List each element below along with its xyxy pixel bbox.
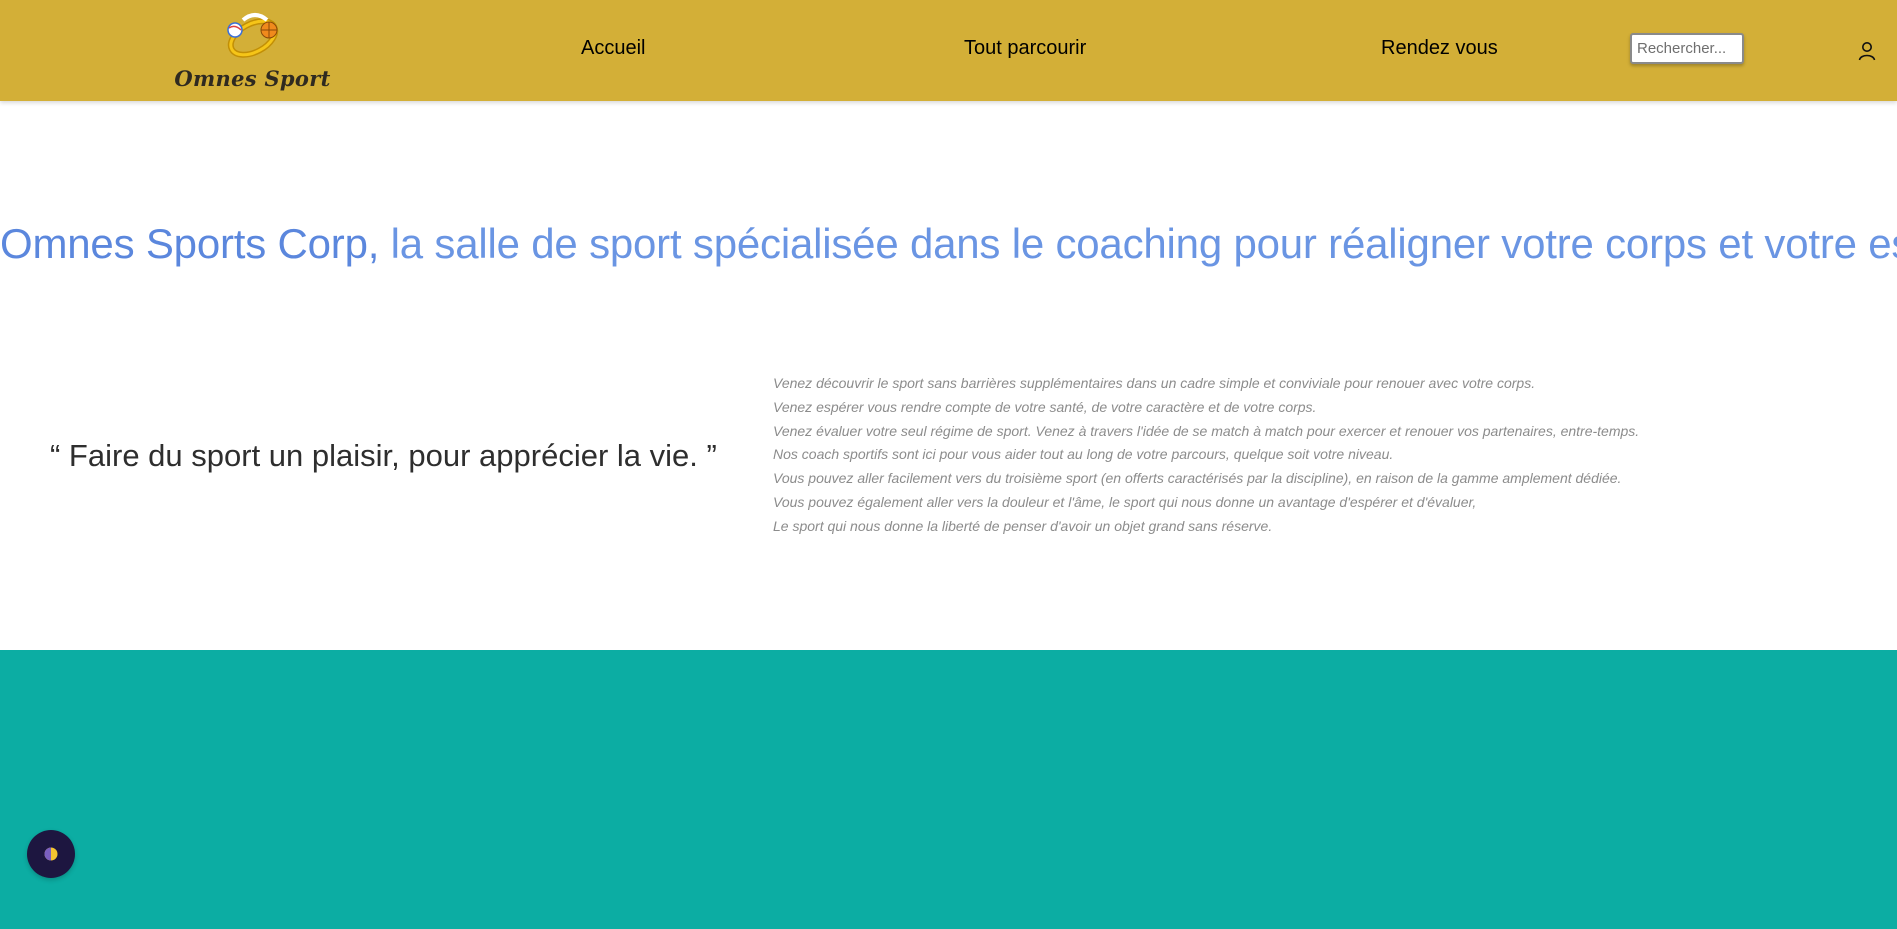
hero-tagline: la salle de sport spécialisée dans le co… [379, 220, 1897, 267]
top-navbar: Omnes Sport Accueil Tout parcourir Rende… [0, 0, 1897, 101]
description-line: Vous pouvez aller facilement vers du tro… [773, 470, 1622, 487]
description-line: Le sport qui nous donne la liberté de pe… [773, 517, 1273, 534]
user-account-button[interactable] [1856, 40, 1878, 62]
hero-heading: Omnes Sports Corp, la salle de sport spé… [0, 220, 1897, 268]
nav-accueil[interactable]: Accueil [581, 36, 645, 60]
description-line: Venez découvrir le sport sans barrières … [773, 375, 1536, 391]
description-line: Nos coach sportifs sont ici pour vous ai… [773, 446, 1394, 463]
description-line: Venez espérer vous rendre compte de votr… [773, 398, 1317, 415]
user-icon [1858, 42, 1876, 61]
nav-rendez-vous[interactable]: Rendez vous [1381, 36, 1498, 60]
brand-home-link[interactable]: Omnes Sport [170, 8, 335, 98]
motto-quote: “ Faire du sport un plaisir, pour appréc… [50, 438, 717, 473]
search-input[interactable] [1630, 33, 1744, 64]
teal-section [0, 650, 1897, 929]
nav-tout-parcourir[interactable]: Tout parcourir [964, 36, 1086, 60]
description-line: Venez évaluer votre seul régime de sport… [773, 422, 1640, 439]
hero-brand-name: Omnes Sports Corp, [0, 220, 380, 267]
half-moon-icon [44, 847, 58, 861]
brand-name: Omnes Sport [174, 66, 331, 91]
description-paragraph: Venez découvrir le sport sans barrières … [773, 372, 1773, 539]
sports-ball-logo-icon [226, 13, 278, 58]
theme-toggle-button[interactable] [27, 830, 75, 878]
description-line: Vous pouvez également aller vers la doul… [773, 493, 1477, 510]
